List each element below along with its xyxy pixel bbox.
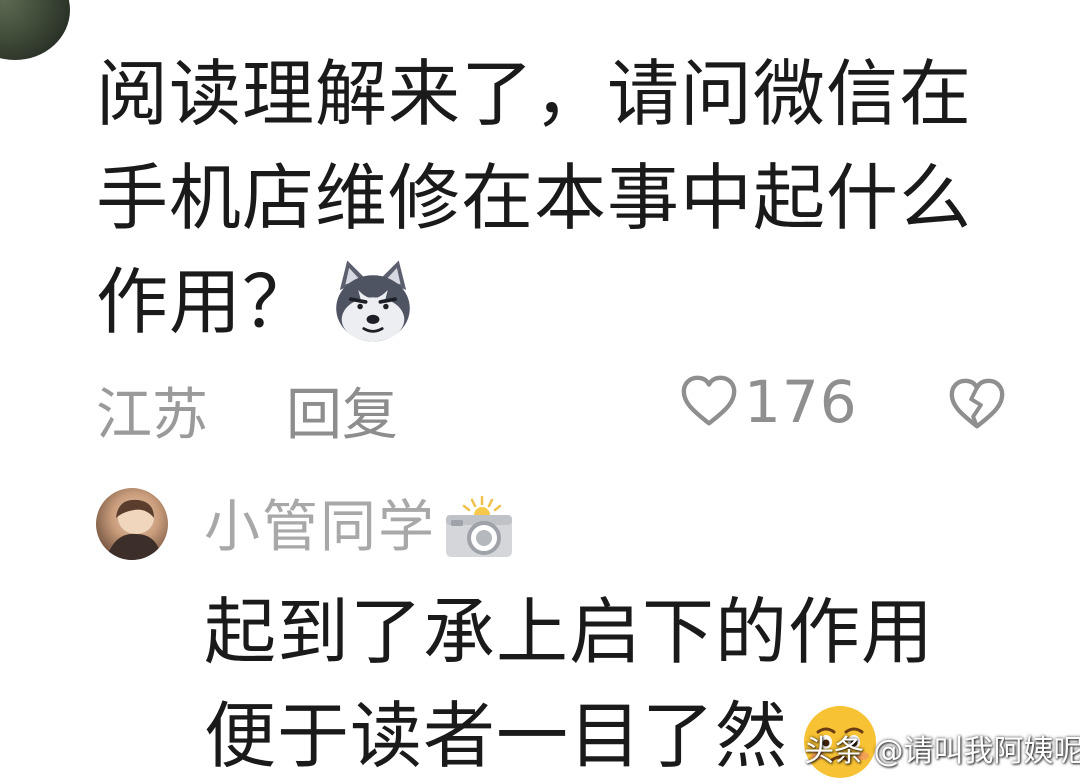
comment-line-3: 作用？ [96, 250, 996, 354]
camera-icon [446, 495, 512, 557]
reply-author-row: 小管同学 [204, 482, 516, 562]
broken-heart-icon[interactable] [946, 374, 1008, 436]
comment-line-1: 阅读理解来了，请问微信在 [96, 52, 973, 136]
watermark: 头条 @请叫我阿姨呢 [804, 734, 1080, 769]
husky-dog-emoji [336, 260, 410, 342]
comment-line-3-text: 作用？ [96, 260, 316, 344]
reply-username[interactable]: 小管同学 [204, 482, 436, 563]
heart-icon [681, 375, 737, 426]
comment-line-2: 手机店维修在本事中起什么 [96, 156, 973, 240]
like-button[interactable]: 176 [678, 368, 858, 436]
comment-body: 阅读理解来了，请问微信在 手机店维修在本事中起什么 作用？ [96, 42, 996, 354]
reply-avatar[interactable] [96, 488, 168, 560]
avatar-photo [106, 499, 162, 560]
reply-button[interactable]: 回复 [286, 370, 398, 451]
commenter-avatar[interactable] [0, 0, 70, 60]
location-label: 江苏 [96, 383, 208, 448]
like-count: 176 [744, 368, 858, 436]
comment-meta-row: 江苏 回复 176 [96, 366, 1016, 448]
reply-line-1: 起到了承上启下的作用 [204, 590, 935, 674]
comment-thread: 阅读理解来了，请问微信在 手机店维修在本事中起什么 作用？ 江苏 回复 176 … [0, 0, 1080, 784]
